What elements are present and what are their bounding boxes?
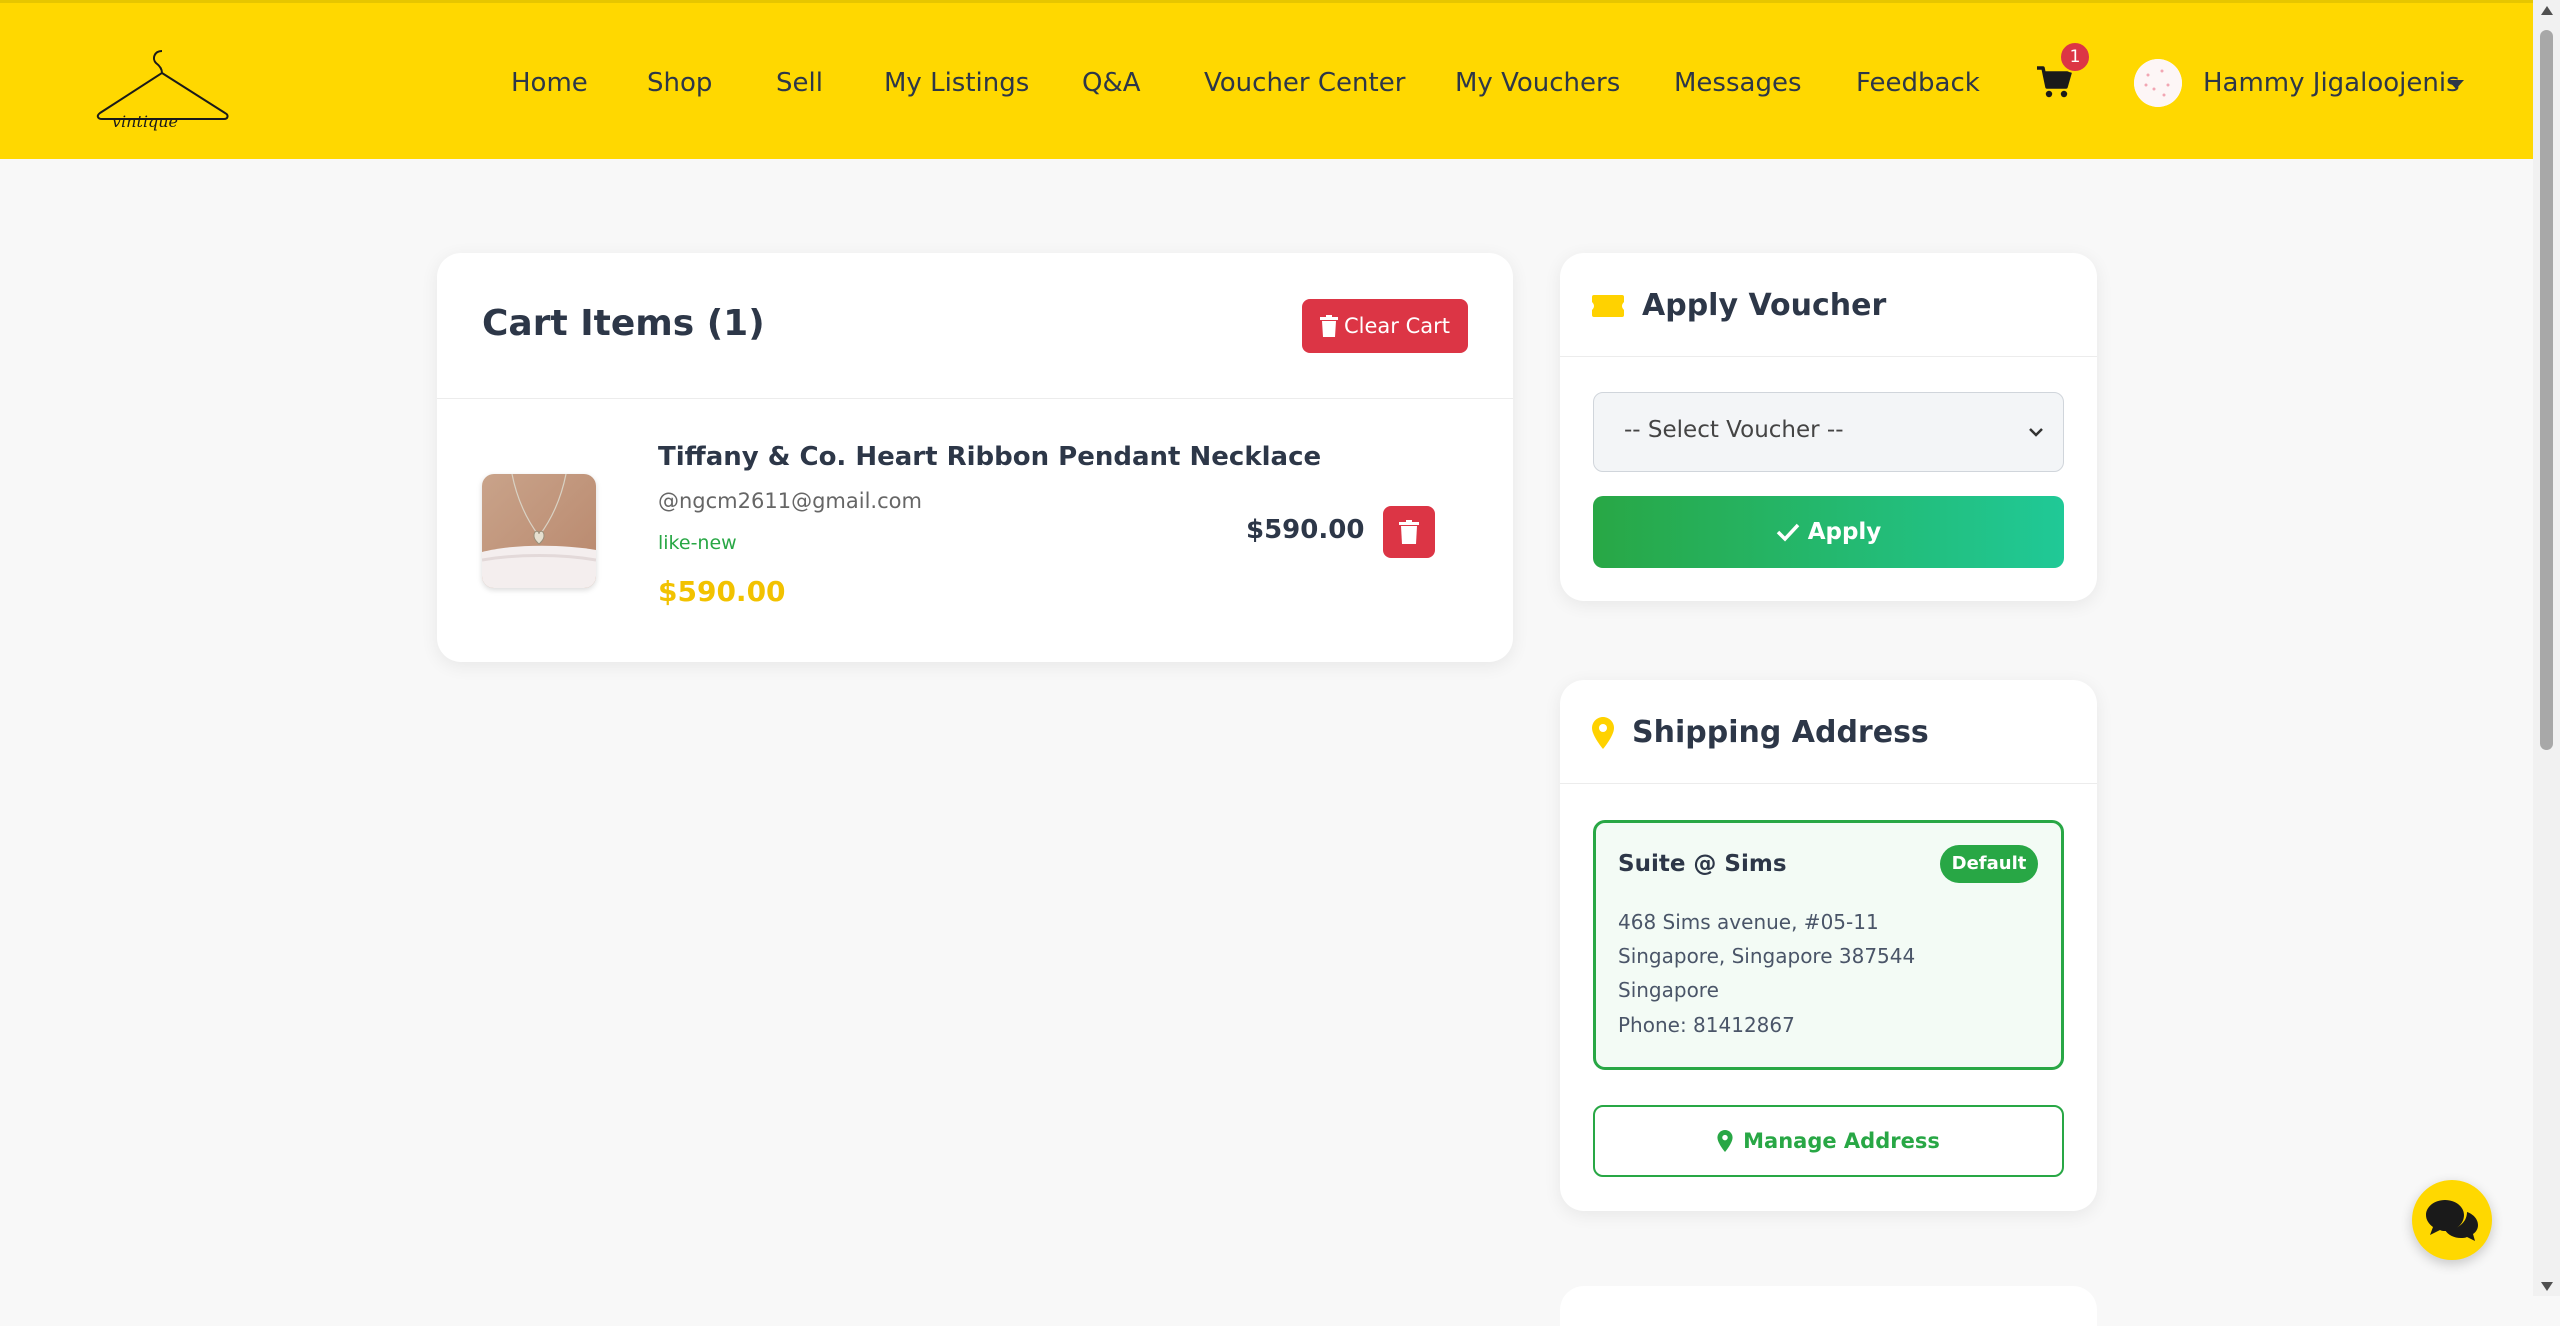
- navbar: vintique Home Shop Sell My Listings Q&A …: [0, 0, 2533, 159]
- manage-address-button[interactable]: Manage Address: [1593, 1105, 2064, 1177]
- user-menu-name[interactable]: Hammy Jigaloojenis: [2203, 67, 2460, 99]
- chevron-down-icon[interactable]: [2448, 80, 2464, 89]
- nav-link-my-vouchers[interactable]: My Vouchers: [1455, 67, 1620, 99]
- scroll-down-arrow-icon[interactable]: [2541, 1282, 2553, 1291]
- nav-link-qa[interactable]: Q&A: [1082, 67, 1141, 99]
- voucher-select-value: -- Select Voucher --: [1624, 417, 1844, 443]
- address-name: Suite @ Sims: [1618, 851, 1787, 877]
- scrollbar[interactable]: [2533, 0, 2560, 1296]
- cart-count-badge: 1: [2059, 41, 2091, 73]
- nav-link-my-listings[interactable]: My Listings: [884, 67, 1029, 99]
- product-image[interactable]: [482, 474, 596, 588]
- clear-cart-label: Clear Cart: [1344, 314, 1450, 338]
- cart-card: Cart Items (1) Clear Cart Tiffany & Co. …: [437, 253, 1513, 662]
- logo[interactable]: vintique: [92, 47, 234, 131]
- condition-label: like-new: [658, 532, 737, 554]
- nav-link-shop[interactable]: Shop: [647, 67, 712, 99]
- remove-item-button[interactable]: [1383, 506, 1435, 558]
- location-pin-icon: [1592, 716, 1614, 749]
- voucher-header: Apply Voucher: [1592, 288, 1886, 323]
- chevron-down-icon: [2029, 428, 2043, 437]
- address-card-default[interactable]: Suite @ Sims Default 468 Sims avenue, #0…: [1593, 820, 2064, 1070]
- voucher-select[interactable]: -- Select Voucher --: [1593, 392, 2064, 472]
- nav-link-messages[interactable]: Messages: [1674, 67, 1802, 99]
- next-card-partial: [1560, 1286, 2097, 1326]
- default-badge: Default: [1940, 845, 2038, 883]
- avatar[interactable]: [2134, 59, 2182, 107]
- svg-text:vintique: vintique: [112, 112, 178, 131]
- apply-voucher-button[interactable]: Apply: [1593, 496, 2064, 568]
- address-line-3: Singapore: [1618, 978, 1719, 1002]
- address-phone: Phone: 81412867: [1618, 1013, 1795, 1037]
- voucher-title: Apply Voucher: [1642, 288, 1887, 323]
- shipping-title: Shipping Address: [1632, 715, 1929, 750]
- voucher-card: Apply Voucher -- Select Voucher -- Apply: [1560, 253, 2097, 601]
- nav-link-feedback[interactable]: Feedback: [1856, 67, 1980, 99]
- seller-email: @ngcm2611@gmail.com: [658, 489, 922, 513]
- trash-icon: [1399, 520, 1419, 544]
- scroll-up-arrow-icon[interactable]: [2541, 6, 2553, 15]
- divider: [1560, 356, 2097, 357]
- apply-label: Apply: [1807, 519, 1882, 545]
- scroll-thumb[interactable]: [2540, 30, 2553, 750]
- chat-button[interactable]: [2412, 1180, 2492, 1260]
- divider: [1560, 783, 2097, 784]
- cart-title: Cart Items (1): [482, 303, 765, 344]
- line-total: $590.00: [1246, 515, 1365, 545]
- nav-link-voucher-center[interactable]: Voucher Center: [1204, 67, 1405, 99]
- trash-icon: [1320, 315, 1338, 337]
- nav-link-home[interactable]: Home: [511, 67, 588, 99]
- location-pin-icon: [1717, 1130, 1733, 1152]
- chat-bubbles-icon: [2426, 1200, 2478, 1241]
- manage-address-label: Manage Address: [1743, 1129, 1940, 1153]
- divider: [437, 398, 1513, 399]
- shipping-header: Shipping Address: [1592, 715, 1929, 750]
- check-icon: [1776, 523, 1799, 542]
- clear-cart-button[interactable]: Clear Cart: [1302, 299, 1468, 353]
- address-line-1: 468 Sims avenue, #05-11: [1618, 910, 1879, 934]
- product-name[interactable]: Tiffany & Co. Heart Ribbon Pendant Neckl…: [658, 442, 1321, 472]
- shipping-card: Shipping Address Suite @ Sims Default 46…: [1560, 680, 2097, 1211]
- product-price: $590.00: [658, 575, 786, 608]
- nav-link-sell[interactable]: Sell: [776, 67, 823, 99]
- address-line-2: Singapore, Singapore 387544: [1618, 944, 1916, 968]
- ticket-icon: [1592, 294, 1624, 317]
